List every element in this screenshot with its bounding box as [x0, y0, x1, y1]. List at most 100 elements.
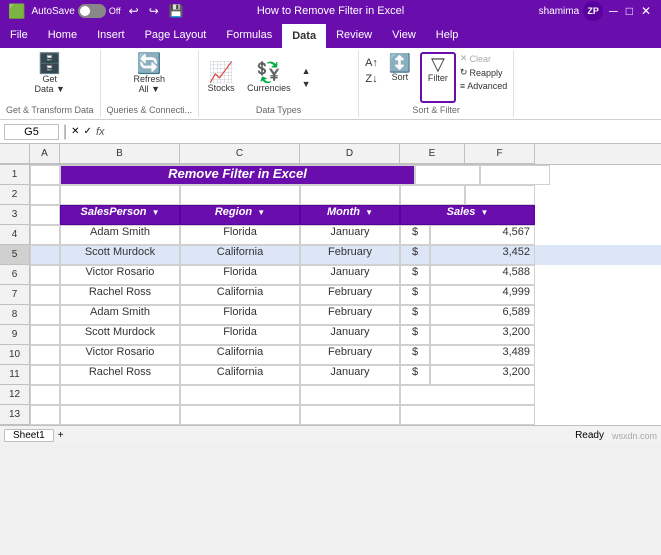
data-type-down[interactable]: ▼	[299, 78, 314, 90]
cell-a12[interactable]	[30, 385, 60, 405]
cell-a13[interactable]	[30, 405, 60, 425]
cell-c9[interactable]: Florida	[180, 325, 300, 345]
cell-e5-amount[interactable]: 3,452	[430, 245, 535, 265]
clear-filter-button[interactable]: ✕ Clear	[458, 52, 509, 65]
cell-b13[interactable]	[60, 405, 180, 425]
col-header-a[interactable]: A	[30, 144, 60, 164]
cell-c3-region[interactable]: Region ▼	[180, 205, 300, 225]
col-header-b[interactable]: B	[60, 144, 180, 164]
tab-formulas[interactable]: Formulas	[216, 22, 282, 48]
row-header-6[interactable]: 6	[0, 265, 30, 285]
formula-cancel-btn[interactable]: ✕	[71, 126, 79, 137]
col-header-f[interactable]: F	[465, 144, 535, 164]
cell-d2[interactable]	[300, 185, 400, 205]
filter-button[interactable]: ▽ Filter	[420, 52, 456, 103]
cell-b8[interactable]: Adam Smith	[60, 305, 180, 325]
tab-data[interactable]: Data	[282, 22, 326, 48]
cell-e9-amount[interactable]: 3,200	[430, 325, 535, 345]
maximize-btn[interactable]: □	[624, 4, 635, 18]
cell-c4[interactable]: Florida	[180, 225, 300, 245]
undo-btn[interactable]: ↩	[127, 4, 141, 18]
cell-a7[interactable]	[30, 285, 60, 305]
cell-b4[interactable]: Adam Smith	[60, 225, 180, 245]
cell-e11-amount[interactable]: 3,200	[430, 365, 535, 385]
tab-review[interactable]: Review	[326, 22, 382, 48]
cell-c6[interactable]: Florida	[180, 265, 300, 285]
cell-d6[interactable]: January	[300, 265, 400, 285]
cell-e6-dollar[interactable]: $	[400, 265, 430, 285]
cell-e10-dollar[interactable]: $	[400, 345, 430, 365]
row-header-7[interactable]: 7	[0, 285, 30, 305]
col-header-e[interactable]: E	[400, 144, 465, 164]
cell-e9-dollar[interactable]: $	[400, 325, 430, 345]
tab-insert[interactable]: Insert	[87, 22, 135, 48]
get-data-button[interactable]: 🗄️ Get Data ▼	[31, 52, 69, 96]
cell-f1[interactable]	[480, 165, 550, 185]
cell-b11[interactable]: Rachel Ross	[60, 365, 180, 385]
cell-e7-dollar[interactable]: $	[400, 285, 430, 305]
formula-input[interactable]	[109, 126, 658, 138]
cell-c7[interactable]: California	[180, 285, 300, 305]
currencies-button[interactable]: 💱 Currencies	[243, 61, 295, 95]
cell-e7-amount[interactable]: 4,999	[430, 285, 535, 305]
cell-d8[interactable]: February	[300, 305, 400, 325]
cell-reference-input[interactable]	[4, 124, 59, 140]
row-header-3[interactable]: 3	[0, 205, 30, 225]
minimize-btn[interactable]: ─	[607, 4, 620, 18]
cell-e12[interactable]	[400, 385, 535, 405]
cell-b9[interactable]: Scott Murdock	[60, 325, 180, 345]
cell-d5[interactable]: February	[300, 245, 400, 265]
row-header-11[interactable]: 11	[0, 365, 30, 385]
row-header-2[interactable]: 2	[0, 185, 30, 205]
cell-e10-amount[interactable]: 3,489	[430, 345, 535, 365]
tab-home[interactable]: Home	[38, 22, 87, 48]
row-header-13[interactable]: 13	[0, 405, 30, 425]
sheet-tab[interactable]: Sheet1	[4, 429, 54, 442]
row-header-8[interactable]: 8	[0, 305, 30, 325]
cell-e11-dollar[interactable]: $	[400, 365, 430, 385]
cell-e5-dollar[interactable]: $	[400, 245, 430, 265]
cell-d12[interactable]	[300, 385, 400, 405]
refresh-all-button[interactable]: 🔄 Refresh All ▼	[130, 52, 170, 96]
cell-a11[interactable]	[30, 365, 60, 385]
save-btn[interactable]: 💾	[167, 4, 186, 18]
formula-confirm-btn[interactable]: ✓	[84, 126, 92, 137]
redo-btn[interactable]: ↪	[147, 4, 161, 18]
cell-e8-amount[interactable]: 6,589	[430, 305, 535, 325]
cell-d4[interactable]: January	[300, 225, 400, 245]
cell-b12[interactable]	[60, 385, 180, 405]
cell-b3-salesperson[interactable]: SalesPerson ▼	[60, 205, 180, 225]
stocks-button[interactable]: 📈 Stocks	[203, 61, 239, 95]
row-header-12[interactable]: 12	[0, 385, 30, 405]
cell-c8[interactable]: Florida	[180, 305, 300, 325]
tab-view[interactable]: View	[382, 22, 426, 48]
cell-d11[interactable]: January	[300, 365, 400, 385]
cell-f2[interactable]	[465, 185, 535, 205]
cell-b5[interactable]: Scott Murdock	[60, 245, 180, 265]
row-header-5[interactable]: 5	[0, 245, 30, 265]
cell-b10[interactable]: Victor Rosario	[60, 345, 180, 365]
cell-title-merged[interactable]: Remove Filter in Excel	[60, 165, 415, 185]
cell-a6[interactable]	[30, 265, 60, 285]
cell-c13[interactable]	[180, 405, 300, 425]
cell-d10[interactable]: February	[300, 345, 400, 365]
cell-e3-sales[interactable]: Sales ▼	[400, 205, 535, 225]
cell-c11[interactable]: California	[180, 365, 300, 385]
advanced-button[interactable]: ≡ Advanced	[458, 80, 509, 92]
data-type-up[interactable]: ▲	[299, 65, 314, 77]
cell-b7[interactable]: Rachel Ross	[60, 285, 180, 305]
cell-b2[interactable]	[60, 185, 180, 205]
tab-file[interactable]: File	[0, 22, 38, 48]
sort-az-button[interactable]: A↑	[363, 56, 380, 70]
close-btn[interactable]: ✕	[639, 4, 653, 18]
cell-a9[interactable]	[30, 325, 60, 345]
cell-a10[interactable]	[30, 345, 60, 365]
cell-a4[interactable]	[30, 225, 60, 245]
cell-d9[interactable]: January	[300, 325, 400, 345]
row-header-9[interactable]: 9	[0, 325, 30, 345]
reapply-button[interactable]: ↻ Reapply	[458, 66, 509, 79]
cell-e4-dollar[interactable]: $	[400, 225, 430, 245]
row-header-10[interactable]: 10	[0, 345, 30, 365]
cell-c2[interactable]	[180, 185, 300, 205]
cell-e8-dollar[interactable]: $	[400, 305, 430, 325]
